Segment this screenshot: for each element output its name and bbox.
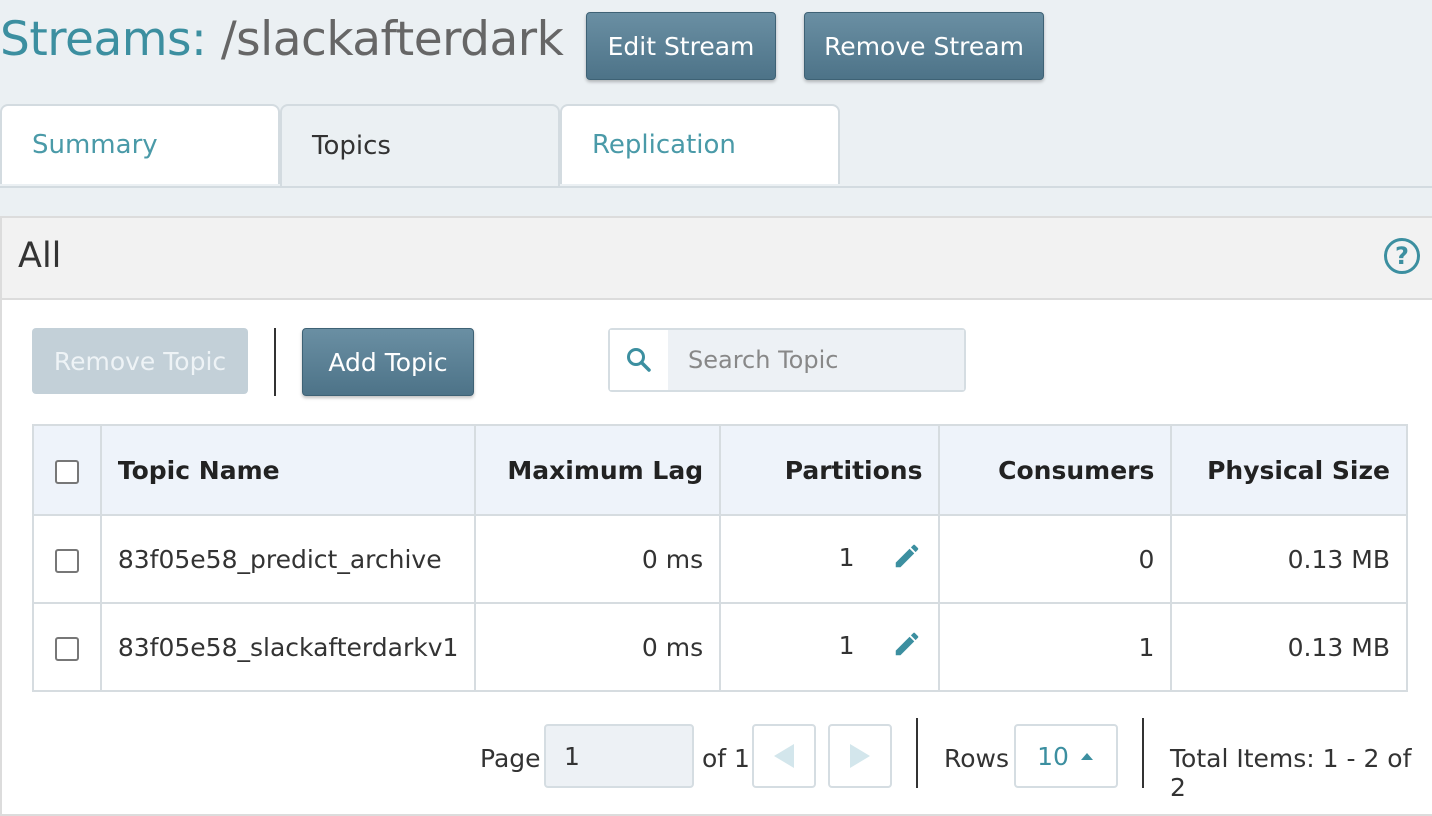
physical-size: 0.13 MB: [1170, 602, 1408, 692]
pager-divider: [1142, 718, 1144, 788]
column-partitions[interactable]: Partitions: [719, 424, 941, 516]
row-checkbox[interactable]: [54, 636, 79, 661]
rows-per-page-select[interactable]: 10: [1014, 724, 1118, 788]
select-all-cell: [32, 424, 102, 516]
table-row: 83f05e58_slackafterdarkv1 0 ms 1 1 0.13 …: [32, 602, 1408, 692]
search-icon[interactable]: [610, 330, 670, 390]
column-topic-name[interactable]: Topic Name: [99, 424, 477, 516]
physical-size: 0.13 MB: [1170, 514, 1408, 604]
total-items-label: Total Items: 1 - 2 of 2: [1170, 744, 1412, 802]
edit-stream-button[interactable]: Edit Stream: [586, 12, 776, 80]
pagination: Page of 1 Rows 10 Total Items: 1 - 2 of …: [2, 718, 1432, 802]
add-topic-button[interactable]: Add Topic: [302, 328, 474, 396]
tab-bar: Summary Topics Replication: [0, 104, 1432, 188]
partitions-cell: 1: [719, 514, 941, 604]
edit-pencil-icon[interactable]: [892, 629, 922, 665]
consumers: 0: [938, 514, 1173, 604]
maximum-lag: 0 ms: [474, 514, 722, 604]
panel-title: All: [18, 236, 62, 276]
row-checkbox[interactable]: [54, 548, 79, 573]
search-input[interactable]: [668, 330, 964, 390]
remove-stream-button[interactable]: Remove Stream: [804, 12, 1044, 80]
remove-topic-button[interactable]: Remove Topic: [32, 328, 248, 394]
pager-divider: [916, 718, 918, 788]
tab-topics[interactable]: Topics: [280, 104, 560, 186]
toolbar-divider: [274, 328, 276, 396]
edit-pencil-icon[interactable]: [892, 541, 922, 577]
help-circle-icon[interactable]: ?: [1384, 238, 1420, 274]
rows-label: Rows: [944, 744, 1010, 773]
caret-up-icon: [1080, 753, 1093, 760]
tab-replication[interactable]: Replication: [560, 104, 840, 184]
column-maximum-lag[interactable]: Maximum Lag: [474, 424, 722, 516]
triangle-right-icon: [850, 744, 870, 768]
column-physical-size[interactable]: Physical Size: [1170, 424, 1408, 516]
partitions-cell: 1: [719, 602, 941, 692]
column-consumers[interactable]: Consumers: [938, 424, 1173, 516]
page-number-input[interactable]: [544, 724, 694, 788]
table-header-row: Topic Name Maximum Lag Partitions Consum…: [32, 424, 1408, 516]
page-of-label: of 1: [702, 744, 750, 773]
search-box: [608, 328, 966, 392]
tab-summary[interactable]: Summary: [0, 104, 280, 184]
topic-name[interactable]: 83f05e58_predict_archive: [99, 514, 477, 604]
topics-panel: All ? Remove Topic Add Topic Topic Name …: [0, 216, 1432, 816]
triangle-left-icon: [774, 744, 794, 768]
page-label: Page: [480, 744, 541, 773]
prev-page-button[interactable]: [752, 724, 816, 788]
maximum-lag: 0 ms: [474, 602, 722, 692]
row-select-cell: [32, 514, 102, 604]
partitions-value: 1: [838, 543, 855, 572]
page-title-prefix: Streams:: [0, 12, 207, 67]
partitions-value: 1: [838, 631, 855, 660]
select-all-checkbox[interactable]: [54, 459, 79, 484]
row-select-cell: [32, 602, 102, 692]
next-page-button[interactable]: [828, 724, 892, 788]
topic-name[interactable]: 83f05e58_slackafterdarkv1: [99, 602, 477, 692]
panel-header: All ?: [2, 218, 1432, 300]
page-title: Streams: /slackafterdark: [0, 12, 564, 67]
stream-name: /slackafterdark: [220, 12, 564, 67]
rows-value: 10: [1037, 741, 1069, 771]
consumers: 1: [938, 602, 1173, 692]
table-row: 83f05e58_predict_archive 0 ms 1 0 0.13 M…: [32, 514, 1408, 604]
page-header: Streams: /slackafterdark Edit Stream Rem…: [0, 0, 1432, 100]
topics-table: Topic Name Maximum Lag Partitions Consum…: [32, 424, 1408, 692]
